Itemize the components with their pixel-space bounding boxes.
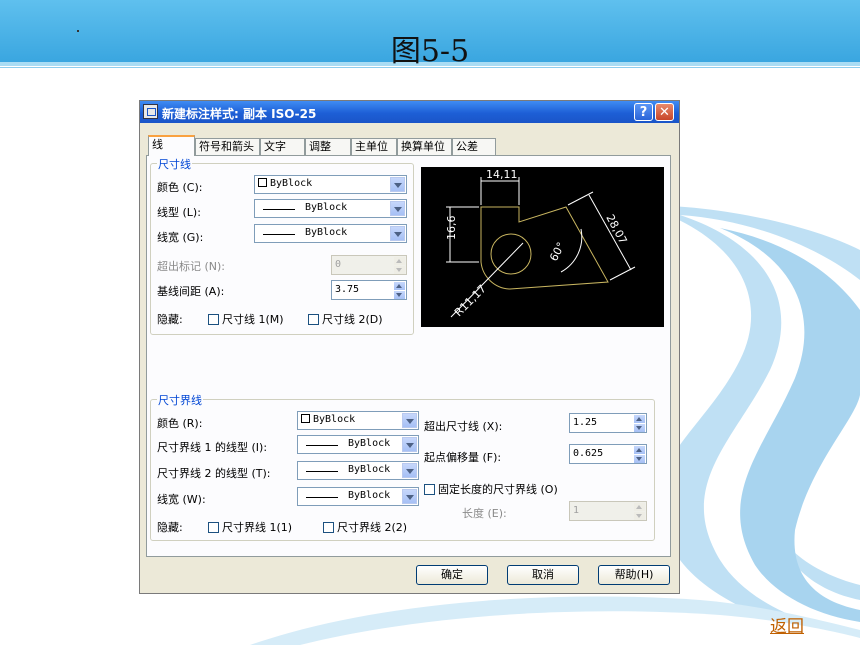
ext-beyond-spinner[interactable]: 1.25 <box>569 413 647 433</box>
chevron-down-icon[interactable] <box>402 489 417 504</box>
line-sample-icon <box>263 209 295 210</box>
ext-linetype1-label: 尺寸界线 1 的线型 (I): <box>157 441 268 454</box>
spin-up-icon[interactable] <box>634 446 645 454</box>
app-icon <box>143 104 158 119</box>
checkbox-icon[interactable] <box>208 314 219 325</box>
dim-extend-label: 超出标记 (N): <box>157 260 226 273</box>
checkbox-icon[interactable] <box>323 522 334 533</box>
color-swatch-icon <box>301 414 310 423</box>
spin-down-icon[interactable] <box>634 455 645 463</box>
checkbox-icon[interactable] <box>208 522 219 533</box>
ext-suppress-label: 隐藏: <box>157 521 183 534</box>
ext-color-label: 颜色 (R): <box>157 417 203 430</box>
tab-alternate-units[interactable]: 换算单位 <box>397 138 452 155</box>
spin-up-icon[interactable] <box>634 503 645 511</box>
checkbox-icon[interactable] <box>308 314 319 325</box>
tab-tolerances[interactable]: 公差 <box>452 138 496 155</box>
ext-lineweight-select[interactable]: ByBlock <box>297 487 419 506</box>
ext-length-label: 长度 (E): <box>462 507 507 520</box>
line-sample-icon <box>263 234 295 235</box>
chevron-down-icon[interactable] <box>402 463 417 478</box>
dim-spacing-spinner[interactable]: 3.75 <box>331 280 407 300</box>
dimension-style-dialog: 新建标注样式: 副本 ISO-25 ? ✕ 线 符号和箭头 文字 调整 主单位 … <box>139 100 680 594</box>
line-sample-icon <box>306 471 338 472</box>
chevron-down-icon[interactable] <box>402 413 417 428</box>
ext-offset-spinner[interactable]: 0.625 <box>569 444 647 464</box>
tab-text[interactable]: 文字 <box>260 138 305 155</box>
dim-linetype-select[interactable]: ByBlock <box>254 199 407 218</box>
tab-lines[interactable]: 线 <box>148 135 195 156</box>
cancel-button[interactable]: 取消 <box>507 565 579 585</box>
ext-offset-label: 起点偏移量 (F): <box>424 451 502 464</box>
spin-up-icon[interactable] <box>394 257 405 265</box>
color-swatch-icon <box>258 178 267 187</box>
ext-length-spinner[interactable]: 1 <box>569 501 647 521</box>
suppress-dim-line-2-checkbox[interactable]: 尺寸线 2(D) <box>308 311 383 327</box>
dim-linetype-label: 线型 (L): <box>157 206 201 219</box>
ext-linetype1-select[interactable]: ByBlock <box>297 435 419 454</box>
spin-up-icon[interactable] <box>394 282 405 290</box>
line-sample-icon <box>306 445 338 446</box>
chevron-down-icon[interactable] <box>390 201 405 216</box>
suppress-ext-line-1-checkbox[interactable]: 尺寸界线 1(1) <box>208 519 292 535</box>
line-sample-icon <box>306 497 338 498</box>
tab-primary-units[interactable]: 主单位 <box>351 138 397 155</box>
checkbox-icon[interactable] <box>424 484 435 495</box>
ok-button[interactable]: 确定 <box>416 565 488 585</box>
tab-symbols-arrows[interactable]: 符号和箭头 <box>195 138 260 155</box>
preview-dim-angle: 60° <box>547 240 568 263</box>
titlebar-help-button[interactable]: ? <box>634 103 653 121</box>
preview-dim-left: 16,6 <box>445 216 458 241</box>
chevron-down-icon[interactable] <box>402 437 417 452</box>
help-button[interactable]: 帮助(H) <box>598 565 670 585</box>
ext-linetype2-select[interactable]: ByBlock <box>297 461 419 480</box>
suppress-ext-line-2-checkbox[interactable]: 尺寸界线 2(2) <box>323 519 407 535</box>
preview-dim-right: 28,07 <box>603 212 629 246</box>
spin-down-icon[interactable] <box>634 424 645 432</box>
ext-color-select[interactable]: ByBlock <box>297 411 419 430</box>
dim-lineweight-label: 线宽 (G): <box>157 231 204 244</box>
dim-extend-spinner[interactable]: 0 <box>331 255 407 275</box>
spin-up-icon[interactable] <box>634 415 645 423</box>
dim-lineweight-select[interactable]: ByBlock <box>254 224 407 243</box>
chevron-down-icon[interactable] <box>390 226 405 241</box>
preview-dim-radius: R11,17 <box>452 282 489 319</box>
spin-down-icon[interactable] <box>394 291 405 299</box>
ext-beyond-label: 超出尺寸线 (X): <box>424 420 503 433</box>
dialog-title: 新建标注样式: 副本 ISO-25 <box>162 107 317 121</box>
titlebar-close-button[interactable]: ✕ <box>655 103 674 121</box>
preview-drawing: 14,11 16,6 28,07 60° R11,17 <box>445 168 636 319</box>
return-link[interactable]: 返回 <box>770 612 804 637</box>
spin-down-icon[interactable] <box>394 266 405 274</box>
dim-color-label: 颜色 (C): <box>157 181 203 194</box>
ext-lineweight-label: 线宽 (W): <box>157 493 206 506</box>
ext-linetype2-label: 尺寸界线 2 的线型 (T): <box>157 467 271 480</box>
ext-lines-group-title: 尺寸界线 <box>157 392 203 408</box>
fixed-length-checkbox[interactable]: 固定长度的尺寸界线 (O) <box>424 481 558 497</box>
dim-spacing-label: 基线间距 (A): <box>157 285 225 298</box>
dialog-titlebar[interactable]: 新建标注样式: 副本 ISO-25 ? ✕ <box>140 101 679 123</box>
chevron-down-icon[interactable] <box>390 177 405 192</box>
tab-fit[interactable]: 调整 <box>305 138 351 155</box>
suppress-dim-line-1-checkbox[interactable]: 尺寸线 1(M) <box>208 311 284 327</box>
spin-down-icon[interactable] <box>634 512 645 520</box>
style-preview: 14,11 16,6 28,07 60° R11,17 <box>421 167 664 327</box>
preview-dim-top: 14,11 <box>486 168 518 181</box>
dim-lines-group-title: 尺寸线 <box>157 156 192 172</box>
dim-suppress-label: 隐藏: <box>157 313 183 326</box>
dim-color-select[interactable]: ByBlock <box>254 175 407 194</box>
